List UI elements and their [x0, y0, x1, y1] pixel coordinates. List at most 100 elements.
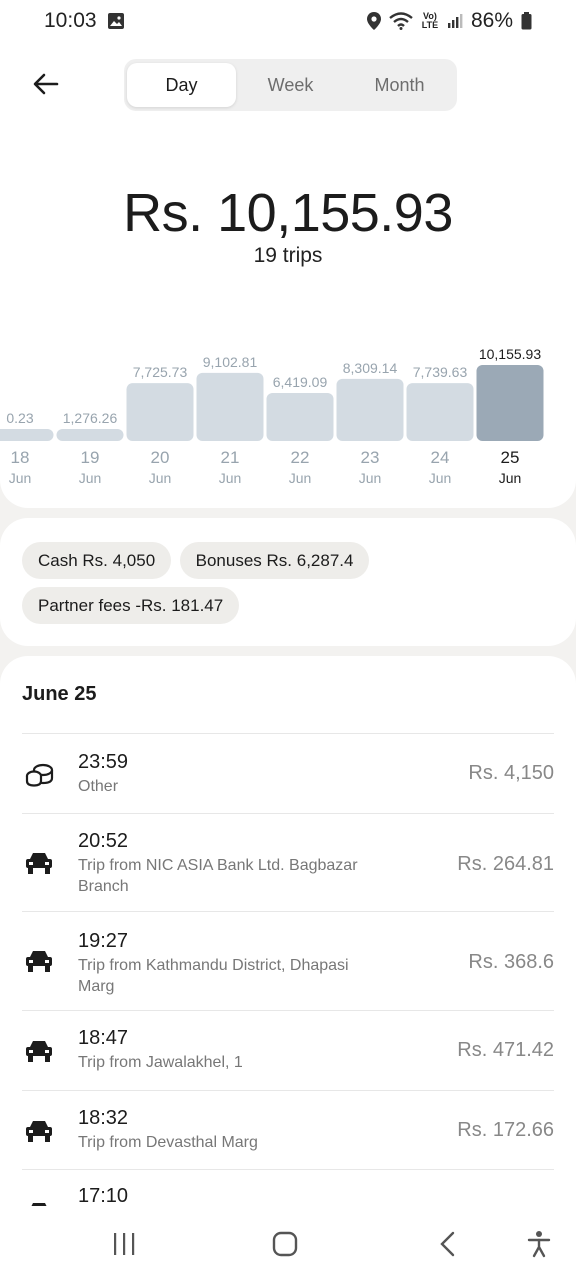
chart-day-label: 21	[221, 448, 240, 467]
item-time: 18:32	[78, 1107, 129, 1129]
chart-day-label: 19	[81, 448, 100, 467]
item-time: 18:47	[78, 1027, 129, 1049]
chart-month-label: Jun	[289, 470, 312, 486]
item-amount: Rs. 368.6	[468, 951, 554, 973]
coins-icon	[22, 758, 56, 792]
car-icon	[22, 846, 56, 880]
chevron-left-icon	[440, 1231, 455, 1257]
chart-bar[interactable]	[56, 429, 124, 441]
car-icon	[22, 1034, 56, 1068]
chart-bar[interactable]	[196, 372, 264, 441]
item-subtitle: Trip from Kathmandu District, Dhapasi Ma…	[78, 957, 349, 995]
item-amount: Rs. 471.42	[457, 1039, 554, 1061]
chart-value-label: 10,155.93	[479, 346, 541, 362]
chart-month-label: Jun	[429, 470, 452, 486]
item-amount: Rs. 4,150	[468, 762, 554, 784]
chart-day-label: 20	[151, 448, 170, 467]
chart-bar-group-18[interactable]: 0.23 18 Jun	[0, 410, 54, 486]
item-time: 20:52	[78, 830, 129, 852]
chart-bar-group-20[interactable]: 7,725.73 20 Jun	[126, 364, 194, 486]
chart-bar[interactable]	[336, 378, 404, 441]
item-subtitle: Trip from Devasthal Marg	[78, 1134, 258, 1151]
item-subtitle: Trip from Jawalakhel, 1	[78, 1054, 243, 1071]
item-amount: Rs. 172.66	[457, 1119, 554, 1141]
earnings-breakdown-card: Cash Rs. 4,050 Bonuses Rs. 6,287.4 Partn…	[0, 518, 576, 646]
chart-month-label: Jun	[359, 470, 382, 486]
chart-month-label: Jun	[219, 470, 242, 486]
trip-list-card: June 25 23:59 Other Rs. 4,150 20:52 Trip…	[0, 656, 576, 1280]
back-button[interactable]	[26, 64, 66, 104]
tab-week[interactable]: Week	[236, 63, 345, 107]
accessibility-button[interactable]	[519, 1224, 559, 1264]
chart-bar[interactable]	[266, 392, 334, 441]
chart-bar-group-23[interactable]: 8,309.14 23 Jun	[336, 360, 404, 486]
chart-day-label: 24	[431, 448, 450, 467]
wifi-icon	[389, 12, 413, 30]
status-bar: 10:03 Vo) LTE 86%	[0, 0, 576, 42]
bonuses-chip[interactable]: Bonuses Rs. 6,287.4	[179, 542, 370, 579]
chart-bar-group-24[interactable]: 7,739.63 24 Jun	[406, 364, 474, 486]
chart-value-label: 6,419.09	[273, 374, 328, 390]
chart-day-label: 18	[11, 448, 30, 467]
chart-day-label: 25	[501, 448, 520, 467]
chart-day-label: 22	[291, 448, 310, 467]
chart-value-label: 7,739.63	[413, 364, 468, 380]
chart-month-label: Jun	[149, 470, 172, 486]
status-left: 10:03	[44, 9, 125, 33]
trip-count: 19 trips	[253, 244, 323, 267]
cash-chip[interactable]: Cash Rs. 4,050	[22, 542, 172, 579]
status-time: 10:03	[44, 9, 97, 32]
earnings-header-card: Day Week Month Rs. 10,155.93 19 trips 0.…	[0, 42, 576, 508]
status-right: Vo) LTE 86%	[366, 9, 532, 33]
item-subtitle: Other	[78, 778, 119, 795]
chart-month-label: Jun	[499, 470, 522, 486]
image-notification-icon	[107, 12, 125, 30]
item-time: 19:27	[78, 930, 129, 952]
tab-day[interactable]: Day	[127, 63, 236, 107]
car-icon	[22, 1114, 56, 1148]
item-time: 17:10	[78, 1185, 129, 1207]
chart-value-label: 9,102.81	[203, 354, 258, 370]
chart-bar-group-19[interactable]: 1,276.26 19 Jun	[56, 410, 124, 486]
list-item-trip[interactable]: 18:32 Trip from Devasthal Marg Rs. 172.6…	[22, 1090, 554, 1169]
chart-month-label: Jun	[9, 470, 32, 486]
car-icon	[22, 944, 56, 978]
chart-bar[interactable]	[126, 383, 194, 441]
chart-bar[interactable]	[476, 365, 544, 441]
signal-icon	[447, 13, 463, 29]
daily-earnings-chart: 0.2318Jun1,276.2619Jun7,725.7320Jun9,102…	[0, 346, 544, 486]
partner-fees-chip[interactable]: Partner fees -Rs. 181.47	[22, 587, 240, 624]
network-label: Vo) LTE	[421, 11, 439, 30]
item-amount: Rs. 264.81	[457, 853, 554, 875]
period-segmented-control: Day Week Month	[124, 59, 457, 111]
system-navigation-bar	[0, 1206, 576, 1280]
battery-icon	[521, 12, 532, 30]
chart-bar-group-21[interactable]: 9,102.81 21 Jun	[196, 354, 264, 486]
item-time: 23:59	[78, 751, 129, 773]
chart-bar[interactable]	[406, 383, 474, 441]
total-earnings: Rs. 10,155.93	[123, 183, 453, 243]
chart-value-label: 0.23	[6, 410, 33, 426]
recent-apps-icon	[114, 1233, 135, 1255]
list-item-other[interactable]: 23:59 Other Rs. 4,150	[22, 733, 554, 813]
arrow-left-icon	[33, 73, 59, 95]
chart-bar[interactable]	[0, 429, 54, 441]
battery-percent: 86%	[470, 9, 513, 32]
system-back-button[interactable]	[428, 1224, 468, 1264]
list-date-heading: June 25	[22, 683, 97, 705]
recent-apps-button[interactable]	[104, 1224, 144, 1264]
chart-value-label: 1,276.26	[63, 410, 118, 426]
list-item-trip[interactable]: 18:47 Trip from Jawalakhel, 1 Rs. 471.42	[22, 1010, 554, 1090]
home-button[interactable]	[265, 1224, 305, 1264]
chart-bar-group-22[interactable]: 6,419.09 22 Jun	[266, 374, 334, 486]
home-icon	[272, 1231, 298, 1257]
list-item-trip[interactable]: 19:27 Trip from Kathmandu District, Dhap…	[22, 911, 554, 1010]
tab-month[interactable]: Month	[345, 63, 454, 107]
chart-bar-group-25[interactable]: 10,155.93 25 Jun	[476, 346, 544, 486]
list-item-trip[interactable]: 20:52 Trip from NIC ASIA Bank Ltd. Bagba…	[22, 813, 554, 911]
location-icon	[366, 12, 381, 30]
chart-month-label: Jun	[79, 470, 102, 486]
chart-day-label: 23	[361, 448, 380, 467]
chart-value-label: 8,309.14	[343, 360, 398, 376]
list-item-trip[interactable]: 17:10	[22, 1169, 554, 1212]
